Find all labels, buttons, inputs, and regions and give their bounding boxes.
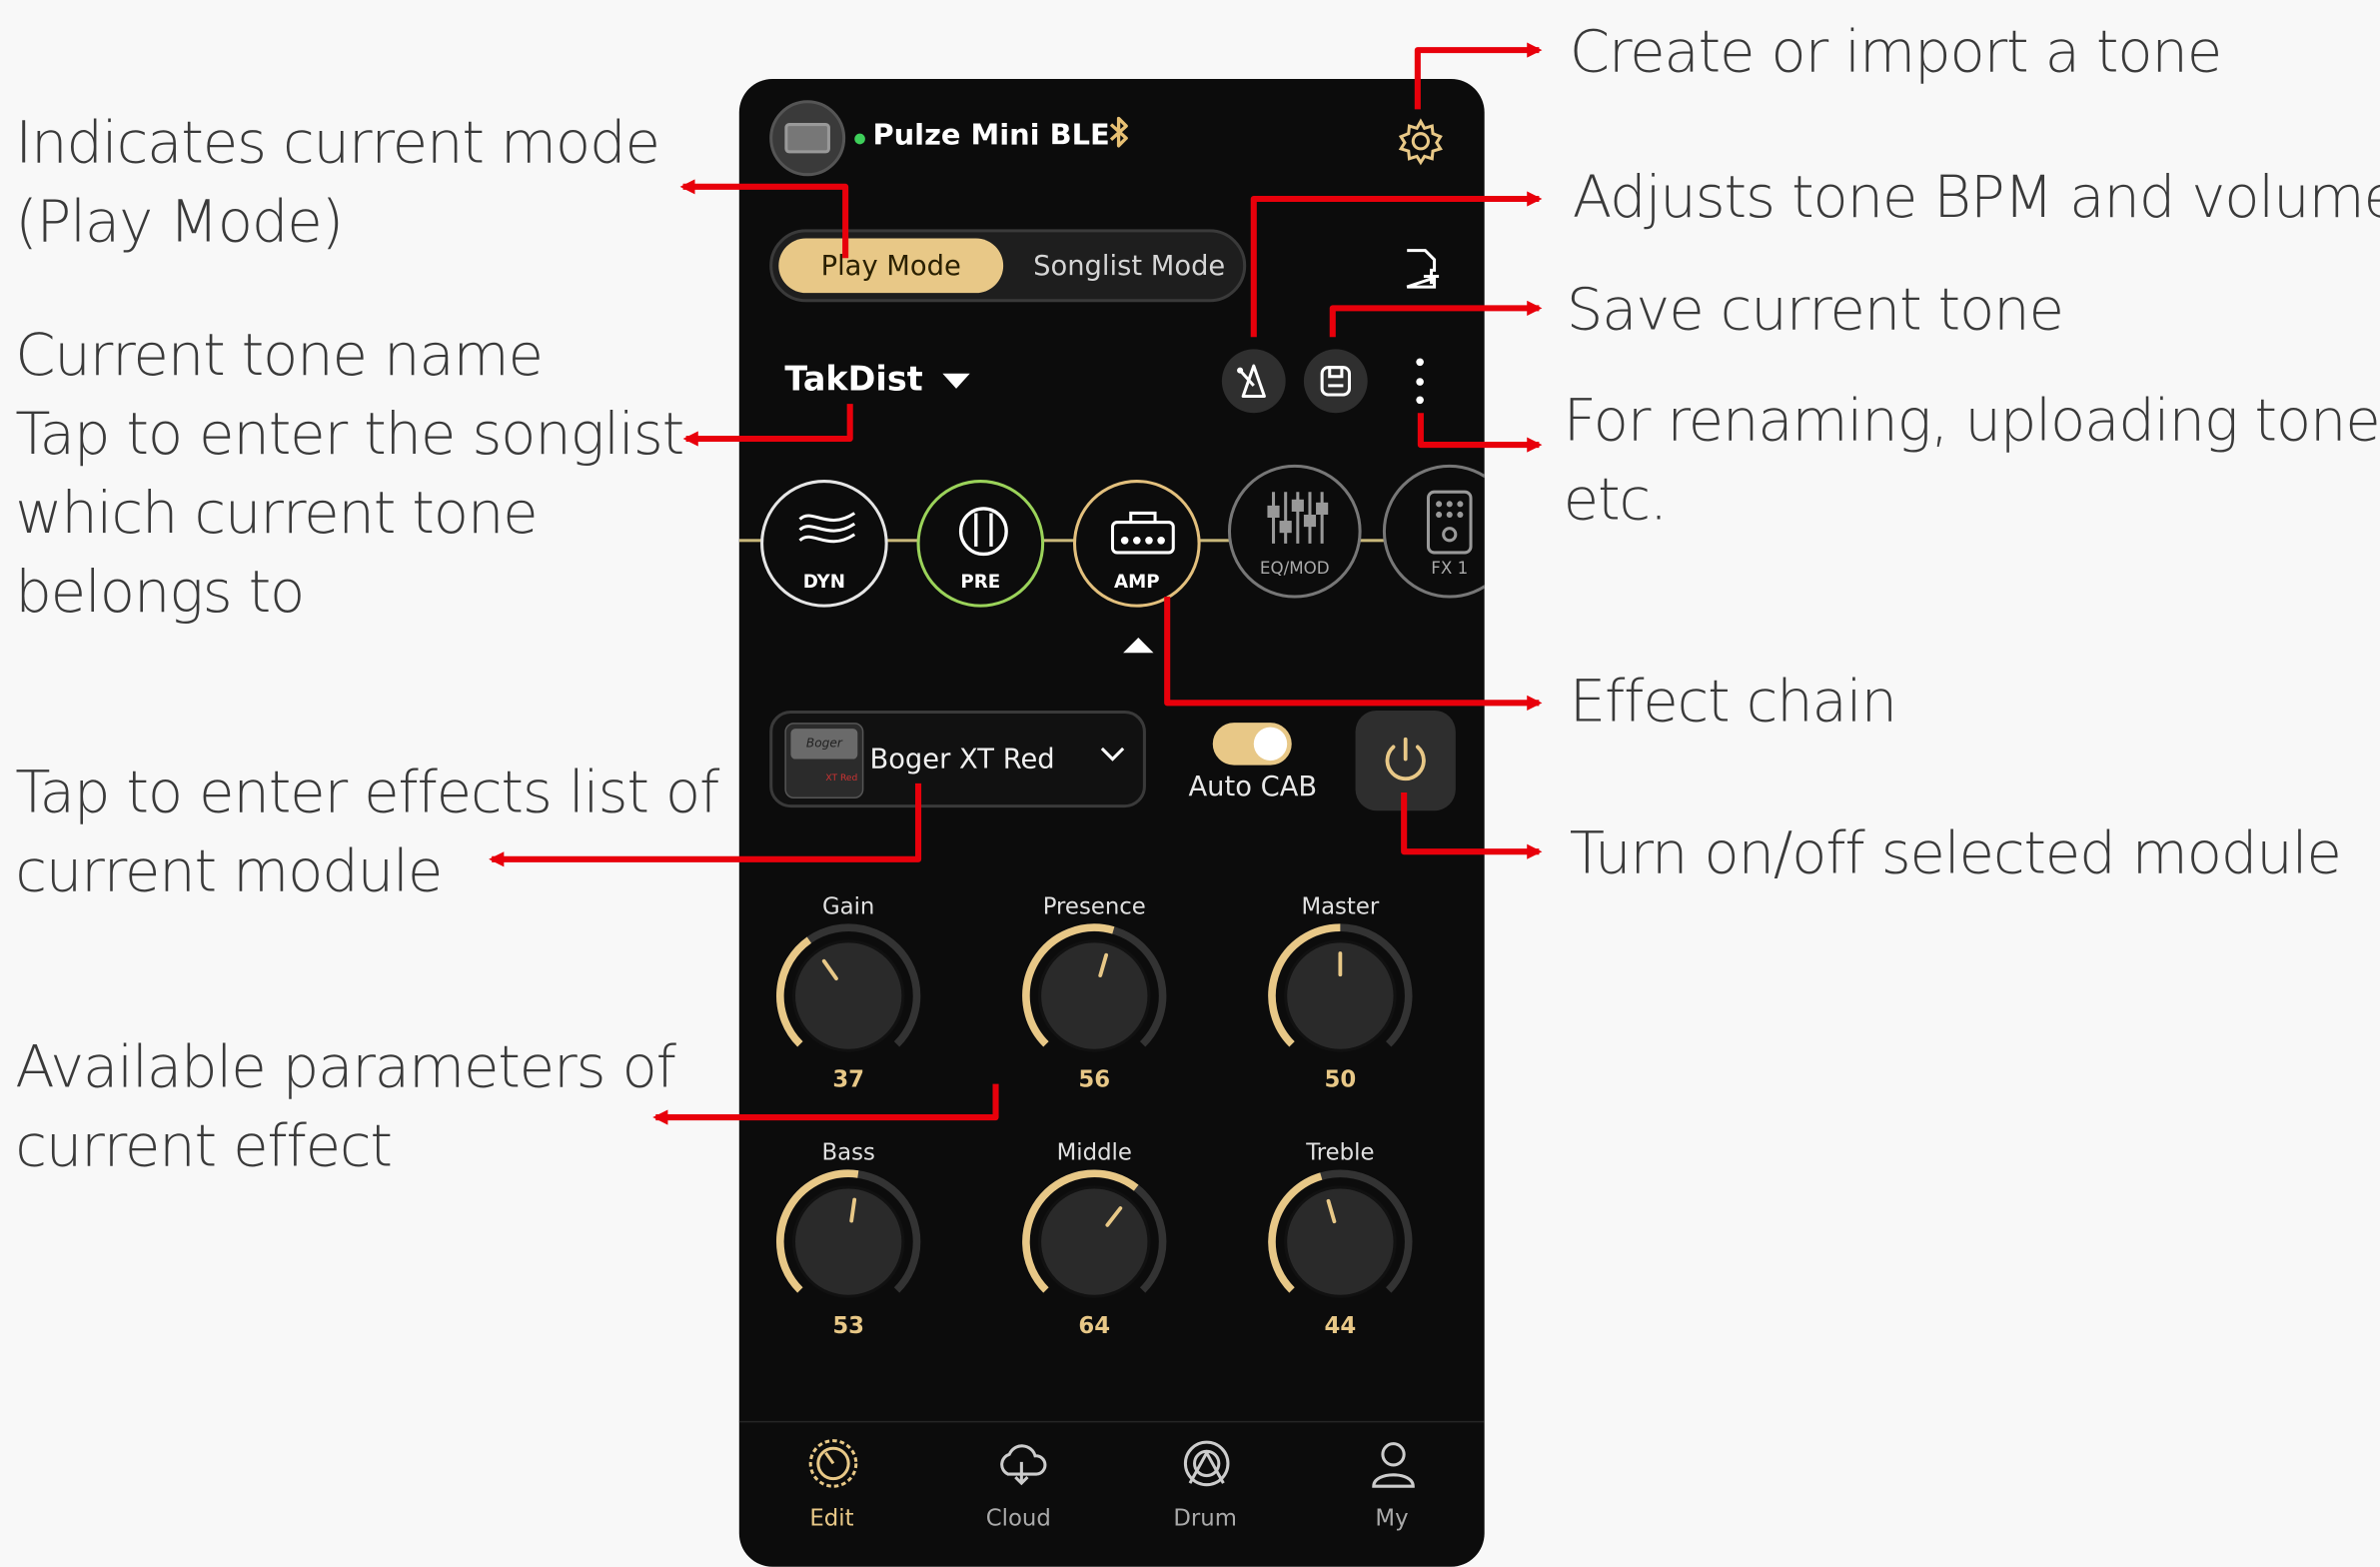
knob-label: Middle xyxy=(1056,1138,1132,1166)
knob-dial[interactable] xyxy=(772,1166,924,1318)
user-icon xyxy=(1372,1442,1415,1488)
bpm-volume-button[interactable] xyxy=(1221,349,1286,414)
drum-icon xyxy=(1183,1440,1230,1487)
annotation-effect-chain: Effect chain xyxy=(1569,668,1897,736)
knob-presence[interactable]: Presence 56 xyxy=(1003,892,1185,1105)
knob-value: 37 xyxy=(832,1065,865,1093)
amp-icon xyxy=(1110,511,1175,555)
knob-master[interactable]: Master 50 xyxy=(1249,892,1431,1105)
preamp-icon xyxy=(958,507,1008,557)
play-mode-tab[interactable]: Play Mode xyxy=(778,238,1004,294)
knob-dial[interactable] xyxy=(1264,920,1416,1072)
annotation-bpm-volume: Adjusts tone BPM and volume xyxy=(1572,164,2380,231)
module-fx1[interactable]: FX 1 xyxy=(1382,464,1485,599)
annotation-save-tone: Save current tone xyxy=(1566,276,2064,344)
add-to-list-icon[interactable] xyxy=(1401,246,1440,292)
effect-name: Boger XT Red xyxy=(869,744,1055,777)
knob-value: 56 xyxy=(1078,1065,1111,1093)
eq-icon xyxy=(1267,492,1329,544)
annotation-create-tone: Create or import a tone xyxy=(1569,18,2223,86)
module-amp[interactable]: AMP xyxy=(1073,480,1201,608)
knob-label: Treble xyxy=(1306,1138,1375,1166)
knob-label: Presence xyxy=(1042,892,1146,920)
edit-dial-icon xyxy=(808,1439,858,1488)
chevron-down-icon xyxy=(1097,738,1127,768)
annotation-mode: Indicates current mode (Play Mode) xyxy=(15,109,660,256)
power-button[interactable] xyxy=(1355,710,1456,811)
knob-dial[interactable] xyxy=(1264,1166,1416,1318)
auto-cab-label: Auto CAB xyxy=(1188,771,1318,803)
tab-cloud[interactable]: Cloud xyxy=(958,1438,1080,1544)
annotation-tone-name: Current tone name Tap to enter the songl… xyxy=(15,322,684,626)
waves-icon xyxy=(798,512,856,544)
app-screen: Pulze Mini BLE Play Mode Songlist Mode T… xyxy=(738,78,1485,1567)
power-icon xyxy=(1385,737,1426,782)
knob-value: 64 xyxy=(1078,1311,1111,1339)
module-dyn[interactable]: DYN xyxy=(760,480,888,608)
more-options-icon[interactable] xyxy=(1404,355,1434,407)
connection-status-dot xyxy=(854,133,865,145)
knob-dial[interactable] xyxy=(772,920,924,1072)
auto-cab-toggle[interactable] xyxy=(1212,723,1292,766)
module-eq-mod[interactable]: EQ/MOD xyxy=(1227,464,1362,599)
caret-down-icon[interactable] xyxy=(942,373,970,389)
tab-edit[interactable]: Edit xyxy=(771,1438,893,1544)
tab-my[interactable]: My xyxy=(1331,1438,1453,1544)
knob-value: 53 xyxy=(832,1311,865,1339)
bluetooth-icon xyxy=(1108,115,1132,156)
cloud-icon xyxy=(1000,1444,1047,1486)
songlist-mode-tab[interactable]: Songlist Mode xyxy=(1015,238,1243,293)
device-avatar[interactable] xyxy=(769,100,846,177)
pedal-icon xyxy=(1426,490,1473,555)
tab-drum[interactable]: Drum xyxy=(1144,1438,1266,1544)
knob-dial[interactable] xyxy=(1018,1166,1170,1318)
effect-thumbnail: Boger XT Red xyxy=(784,723,864,799)
save-button[interactable] xyxy=(1303,349,1368,414)
annotation-power: Turn on/off selected module xyxy=(1569,819,2342,887)
bottom-tab-bar: Edit Cloud Drum My xyxy=(738,1420,1485,1567)
selected-module-indicator xyxy=(1123,638,1154,654)
device-name[interactable]: Pulze Mini BLE xyxy=(872,118,1109,151)
knob-gain[interactable]: Gain 37 xyxy=(757,892,939,1105)
mode-switch: Play Mode Songlist Mode xyxy=(769,229,1247,303)
tone-name[interactable]: TakDist xyxy=(784,362,922,400)
knob-value: 44 xyxy=(1324,1311,1357,1339)
knob-middle[interactable]: Middle 64 xyxy=(1003,1138,1185,1351)
knob-label: Gain xyxy=(821,892,875,920)
knob-bass[interactable]: Bass 53 xyxy=(757,1138,939,1351)
parameter-knobs: Gain 37 Presence 56 Master 50 Bass 53 Middle 64 Tr… xyxy=(739,892,1485,1393)
metronome-icon xyxy=(1237,364,1266,399)
knob-label: Bass xyxy=(821,1138,875,1166)
gear-icon[interactable] xyxy=(1395,115,1447,167)
knob-treble[interactable]: Treble 44 xyxy=(1249,1138,1431,1351)
effect-select-dropdown[interactable]: Boger XT Red Boger XT Red xyxy=(769,710,1146,808)
knob-label: Master xyxy=(1301,892,1380,920)
annotation-parameters: Available parameters of current effect xyxy=(15,1033,676,1180)
module-pre[interactable]: PRE xyxy=(916,480,1045,608)
knob-value: 50 xyxy=(1324,1065,1357,1093)
knob-dial[interactable] xyxy=(1018,920,1170,1072)
annotation-rename-upload: For renaming, uploading tones, etc. xyxy=(1563,387,2380,534)
save-icon xyxy=(1320,366,1351,397)
annotated-screenshot: Indicates current mode (Play Mode) Curre… xyxy=(0,0,2380,1567)
annotation-effects-list: Tap to enter effects list of current mod… xyxy=(15,759,719,905)
